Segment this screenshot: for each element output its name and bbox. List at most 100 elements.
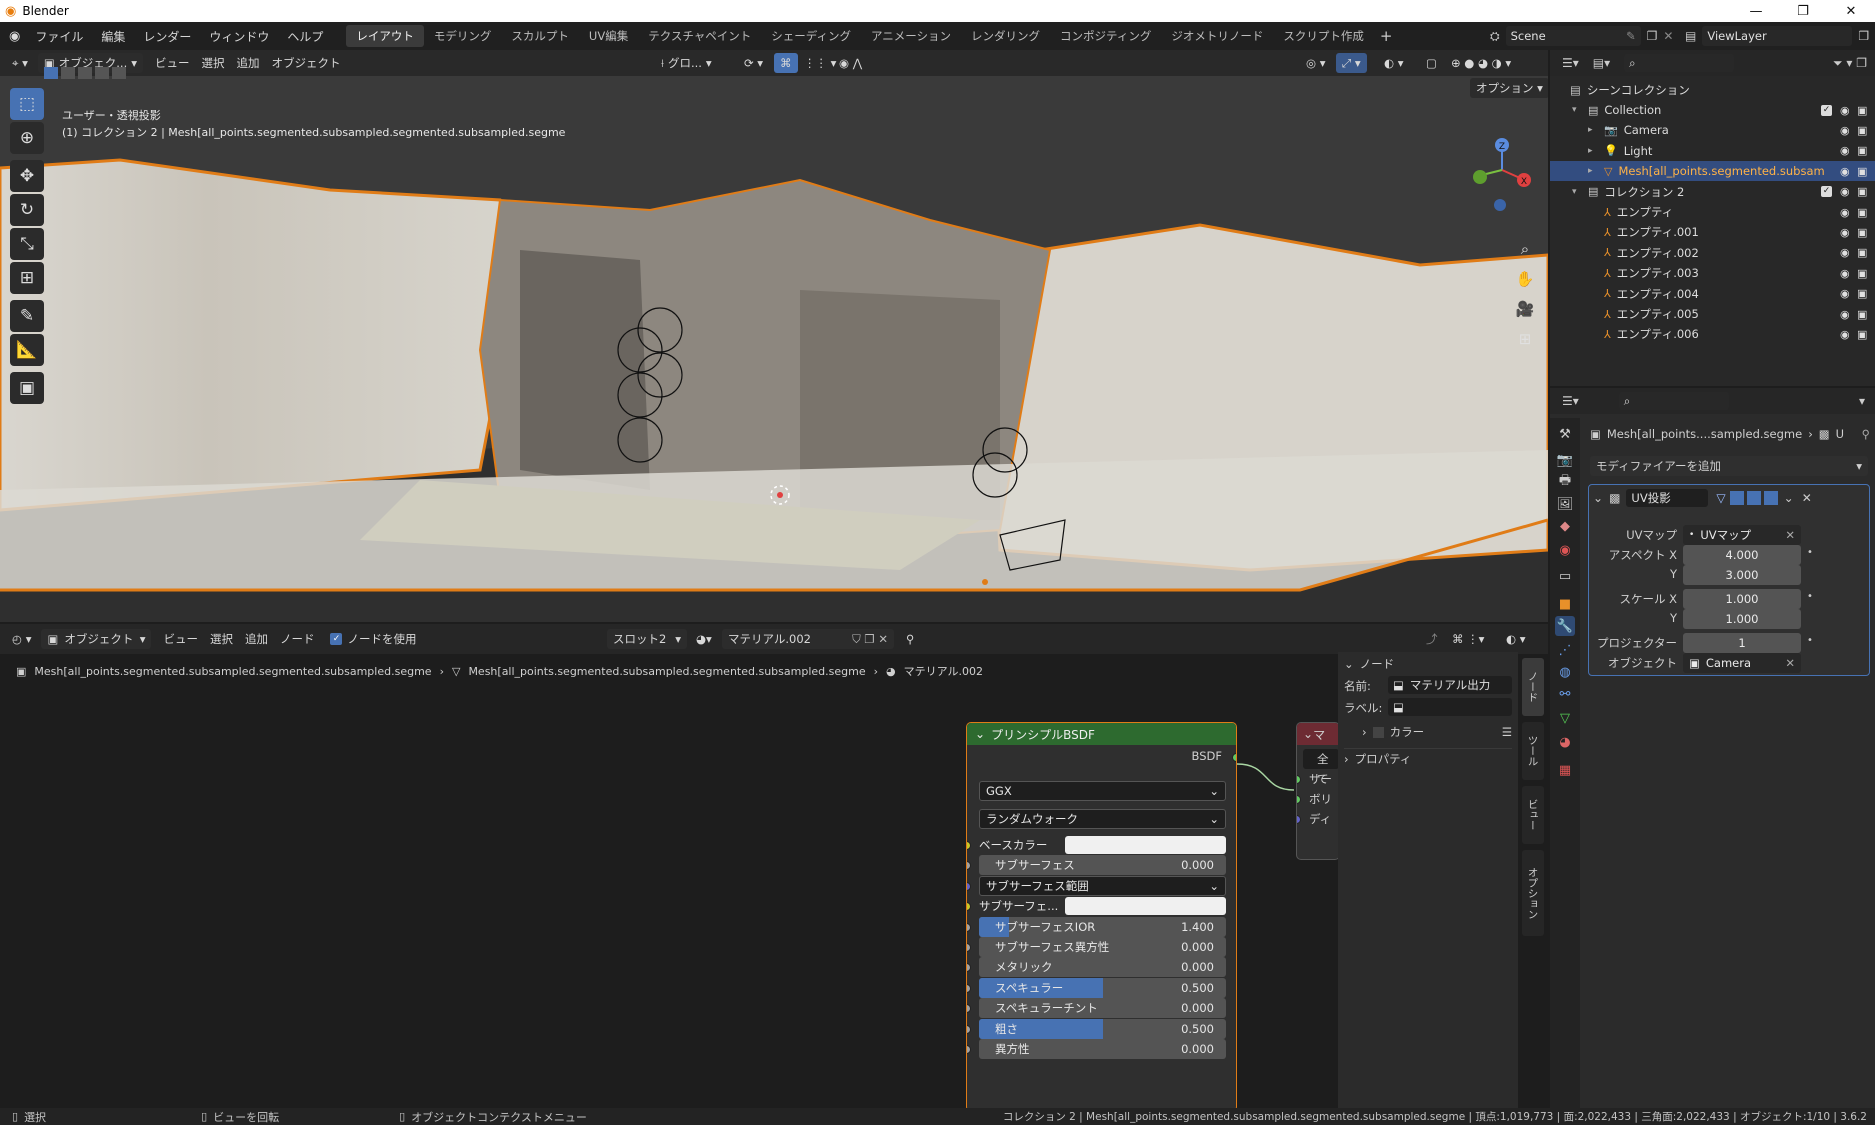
color-swatch[interactable] [1065,897,1226,916]
modifier-menu-icon[interactable]: ⌄ [1784,491,1794,505]
keyframe-dot-icon[interactable]: • [1807,635,1813,646]
input-socket[interactable] [967,1024,971,1034]
workspace-tab[interactable]: UV編集 [579,25,638,47]
properties-editor-icon[interactable]: ☰▾ [1562,394,1579,408]
3d-viewport[interactable]: Z X ⌖ ▾ ▣ オブジェク... ▾ ビュー 選択 追加 オブジェクト ⟊ グロ..… [0,50,1548,622]
input-socket[interactable] [967,881,971,891]
collapse-chevron-icon[interactable]: ⌄ [1593,491,1603,505]
input-socket[interactable] [967,902,971,912]
node-name-field[interactable]: ⬓ マテリアル出力 [1388,676,1512,694]
add-cube-tool-icon[interactable]: ▣ [10,372,44,404]
edit-mode-toggle-icon[interactable]: ▽ [1716,491,1725,505]
filter-icon[interactable]: ⏷ ▾ ❐ [1833,56,1867,71]
outliner-row[interactable]: ⅄ エンプティ.002 ◉ ▣ [1550,243,1875,263]
outliner-row[interactable]: ▾ ▤ Collection ✓ ◉ ▣ [1550,100,1875,120]
color-swatch[interactable] [1065,836,1226,854]
output-input-row[interactable]: サー [1297,769,1339,789]
subsurface-method-dropdown[interactable]: ランダムウォーク ⌄ [979,809,1226,829]
input-socket[interactable] [967,841,971,850]
cursor-tool-icon[interactable]: ⊕ [10,122,44,154]
numeric-input-slider[interactable]: メタリック 0.000 [979,957,1226,978]
options-dropdown[interactable]: オプション ▾ [1470,78,1548,98]
color-input-row[interactable]: ベースカラー [979,835,1226,855]
input-socket[interactable] [967,983,971,993]
scale-x-field[interactable]: 1.000 [1683,589,1801,609]
workspace-tab[interactable]: スクリプト作成 [1273,25,1374,47]
pan-hand-icon[interactable]: ✋ [1512,266,1538,292]
collection-tab-icon[interactable]: ▭ [1555,566,1575,586]
properties-search-input[interactable]: ⌕ [1618,392,1729,410]
workspace-tab[interactable]: ジオメトリノード [1161,25,1273,47]
menu-item[interactable]: ヘルプ [278,28,332,45]
properties-options-icon[interactable]: ▾ [1859,394,1865,408]
modifier-tab-icon[interactable]: 🔧 [1555,616,1575,636]
camera-view-icon[interactable]: 🎥 [1512,296,1538,322]
scene-field[interactable]: Scene ✎ [1505,26,1641,46]
rotate-tool-icon[interactable]: ↻ [10,194,44,226]
outliner-row[interactable]: ⅄ エンプティ.005 ◉ ▣ [1550,304,1875,324]
principled-bsdf-node[interactable]: ⌄ プリンシプルBSDF BSDF GGX ⌄ ランダムウォーク ⌄ ベースカラー サブ… [966,722,1237,1112]
eye-icon[interactable]: ◉ [1840,165,1850,178]
list-icon[interactable]: ☰ [1502,725,1512,739]
maximize-icon[interactable]: ❐ [1782,0,1824,22]
numeric-input-slider[interactable]: スペキュラーチント 0.000 [979,998,1226,1019]
input-socket[interactable] [967,1045,971,1054]
eye-icon[interactable]: ◉ [1840,226,1850,239]
projectors-field[interactable]: 1 [1683,633,1801,653]
object-tab-icon[interactable]: ■ [1555,594,1575,614]
render-tab-icon[interactable]: 📷 [1555,450,1575,470]
zoom-icon[interactable]: ⌕ [1512,236,1538,262]
input-socket[interactable] [967,943,971,952]
measure-tool-icon[interactable]: 📐 [10,334,44,366]
shader-node-editor[interactable]: ◴ ▾ ▣ オブジェクト ▾ ビュー 選択 追加 ノード ✓ ノードを使用 スロット2 ▾ … [0,624,1548,1112]
scene-selector[interactable]: ⛭ Scene ✎ ❐ ✕ [1490,26,1673,46]
numeric-input-slider[interactable]: 粗さ 0.500 [979,1018,1226,1039]
data-tab-icon[interactable]: ▽ [1555,708,1575,728]
outliner-row[interactable]: ⅄ エンプティ.003 ◉ ▣ [1550,263,1875,283]
select-mode-icons[interactable] [44,66,126,80]
outliner-row[interactable]: ▸ 💡 Light ◉ ▣ [1550,141,1875,161]
bsdf-output-socket[interactable] [1232,753,1236,762]
input-socket[interactable] [967,1004,971,1014]
transform-orientation-dropdown[interactable]: ⟊ グロ... ▾ [655,53,718,73]
outliner-row[interactable]: ⅄ エンプティ.006 ◉ ▣ [1550,324,1875,344]
expand-chevron-icon[interactable]: ▸ [1588,146,1600,156]
camera-render-icon[interactable]: ▣ [1857,104,1867,117]
properties-subpanel[interactable]: › プロパティ [1344,748,1512,768]
workspace-tab[interactable]: コンポジティング [1050,25,1161,47]
overlay-icon[interactable]: ◐ ▾ [1378,53,1409,73]
clear-icon[interactable]: ✕ [1785,528,1795,542]
pin-icon[interactable]: ⚲ [1862,427,1870,441]
workspace-tab[interactable]: アニメーション [861,25,961,47]
object-field[interactable]: ▣ Camera ✕ [1683,653,1801,673]
collapse-chevron-icon[interactable]: ⌄ [975,727,985,741]
outliner-scene-collection[interactable]: ▤ シーンコレクション [1550,80,1875,100]
input-socket[interactable] [1297,775,1301,784]
output-tab-icon[interactable]: 🖶 [1555,472,1575,492]
eye-icon[interactable]: ◉ [1840,287,1850,300]
viewport-menu-item[interactable]: オブジェクト [266,53,347,73]
scene-tab-icon[interactable]: ◆ [1555,516,1575,536]
camera-render-icon[interactable]: ▣ [1857,165,1867,178]
numeric-input-slider[interactable]: 異方性 0.000 [979,1039,1226,1059]
clear-icon[interactable]: ✕ [1785,656,1795,670]
color-input-row[interactable]: サブサーフェ... [979,896,1226,916]
gizmo-toggle-icon[interactable]: ⤢ ▾ [1336,53,1367,73]
eye-icon[interactable]: ◉ [1840,124,1850,137]
outliner-row[interactable]: ⅄ エンプティ ◉ ▣ [1550,202,1875,222]
camera-render-icon[interactable]: ▣ [1857,226,1867,239]
expand-chevron-icon[interactable]: ▸ [1588,166,1600,176]
delete-scene-icon[interactable]: ✕ [1663,29,1673,43]
close-icon[interactable]: ✕ [1830,0,1872,22]
numeric-input-slider[interactable]: サブサーフェス 0.000 [979,855,1226,876]
material-tab-icon[interactable]: ◕ [1555,732,1575,752]
uvmap-field[interactable]: • UVマップ ✕ [1683,525,1801,545]
pivot-icon[interactable]: ⟳ ▾ [738,53,769,73]
outliner-row[interactable]: ▸ ▽ Mesh[all_points.segmented.subsam ◉ ▣ [1550,161,1875,182]
eye-icon[interactable]: ◉ [1840,328,1850,341]
output-input-row[interactable]: ディ [1297,809,1339,829]
eye-icon[interactable]: ◉ [1840,308,1850,321]
new-view-layer-icon[interactable]: ❐ [1858,29,1869,43]
collection-checkbox[interactable]: ✓ [1821,104,1832,116]
eye-icon[interactable]: ◉ [1840,246,1850,259]
